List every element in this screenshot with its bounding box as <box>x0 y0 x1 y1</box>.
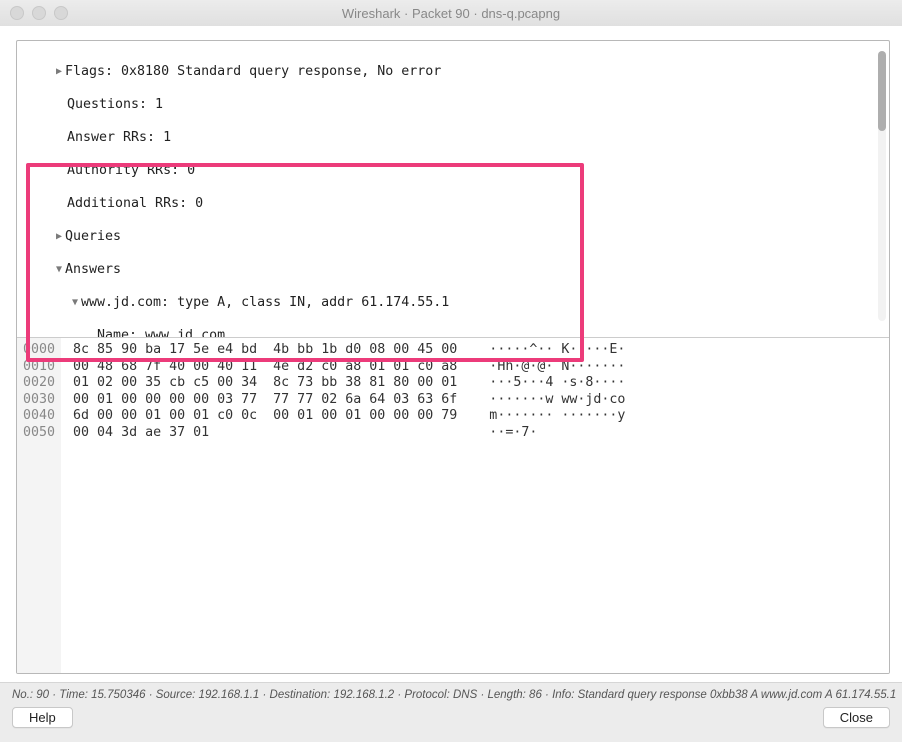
zoom-window-icon[interactable] <box>54 6 68 20</box>
inner-panel: ▶ Flags: 0x8180 Standard query response,… <box>16 40 890 674</box>
hex-row[interactable]: 01 02 00 35 cb c5 00 34 8c 73 bb 38 81 8… <box>73 375 625 390</box>
hex-bytes[interactable]: 8c 85 90 ba 17 5e e4 bd 4b bb 1b d0 08 0… <box>61 338 889 673</box>
hex-row[interactable]: 00 01 00 00 00 00 03 77 77 77 02 6a 64 0… <box>73 392 625 407</box>
button-row: Help Close <box>0 707 902 728</box>
answers-node[interactable]: Answers <box>65 262 121 279</box>
scrollbar-thumb[interactable] <box>878 51 886 131</box>
chevron-down-icon[interactable]: ▼ <box>69 295 81 312</box>
questions-line[interactable]: Questions: 1 <box>67 97 163 114</box>
packet-tree-pane[interactable]: ▶ Flags: 0x8180 Standard query response,… <box>17 41 889 337</box>
queries-node[interactable]: Queries <box>65 229 121 246</box>
window-title: Wireshark · Packet 90 · dns-q.pcapng <box>0 6 902 21</box>
hex-row[interactable]: 00 04 3d ae 37 01 ··=·7· <box>73 425 537 440</box>
hex-offsets: 0000 0010 0020 0030 0040 0050 <box>17 338 61 673</box>
authority-rrs-line[interactable]: Authority RRs: 0 <box>67 163 195 180</box>
hex-row[interactable]: 6d 00 00 01 00 01 c0 0c 00 01 00 01 00 0… <box>73 408 625 423</box>
window-controls <box>10 6 68 20</box>
chevron-right-icon[interactable]: ▶ <box>53 229 65 246</box>
bottom-bar: No.: 90 · Time: 15.750346 · Source: 192.… <box>0 682 902 742</box>
hex-row[interactable]: 8c 85 90 ba 17 5e e4 bd 4b bb 1b d0 08 0… <box>73 342 625 357</box>
hex-row[interactable]: 00 48 68 7f 40 00 40 11 4e d2 c0 a8 01 0… <box>73 359 625 374</box>
packet-info-line: No.: 90 · Time: 15.750346 · Source: 192.… <box>0 683 902 707</box>
additional-rrs-line[interactable]: Additional RRs: 0 <box>67 196 203 213</box>
flags-line[interactable]: Flags: 0x8180 Standard query response, N… <box>65 64 441 81</box>
close-button[interactable]: Close <box>823 707 890 728</box>
chevron-right-icon[interactable]: ▶ <box>53 64 65 81</box>
help-button[interactable]: Help <box>12 707 73 728</box>
titlebar: Wireshark · Packet 90 · dns-q.pcapng <box>0 0 902 27</box>
minimize-window-icon[interactable] <box>32 6 46 20</box>
content-area: ▶ Flags: 0x8180 Standard query response,… <box>0 26 902 682</box>
close-window-icon[interactable] <box>10 6 24 20</box>
hex-pane[interactable]: 0000 0010 0020 0030 0040 0050 8c 85 90 b… <box>17 337 889 673</box>
answer-summary[interactable]: www.jd.com: type A, class IN, addr 61.17… <box>81 295 449 312</box>
answer-rrs-line[interactable]: Answer RRs: 1 <box>67 130 171 147</box>
answer-name[interactable]: Name: www.jd.com <box>97 328 225 338</box>
chevron-down-icon[interactable]: ▼ <box>53 262 65 279</box>
